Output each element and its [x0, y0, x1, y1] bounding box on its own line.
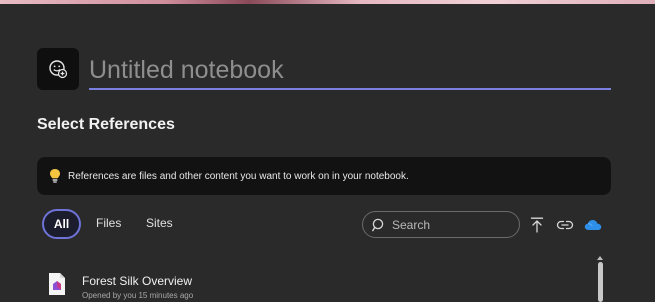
onedrive-button[interactable] [584, 216, 602, 234]
references-info-text: References are files and other content y… [68, 170, 409, 182]
link-icon [556, 220, 574, 230]
list-item[interactable]: Forest Silk Overview Opened by you 15 mi… [44, 268, 584, 302]
select-references-heading: Select References [37, 116, 175, 133]
file-meta: Opened by you 15 minutes ago [82, 291, 194, 300]
search-box[interactable] [362, 211, 520, 238]
upload-button[interactable] [528, 216, 546, 234]
emoji-add-icon [49, 60, 68, 79]
loop-file-icon [49, 273, 65, 295]
lightbulb-icon [49, 167, 63, 185]
search-input[interactable] [392, 217, 512, 232]
filter-all-button[interactable]: All [42, 209, 81, 239]
scrollbar-thumb[interactable] [598, 262, 603, 302]
search-icon [372, 218, 384, 231]
add-emoji-button[interactable] [37, 48, 79, 90]
upload-icon [530, 217, 544, 233]
filter-sites-tab[interactable]: Sites [146, 216, 173, 230]
filter-files-tab[interactable]: Files [96, 216, 121, 230]
references-info-box: References are files and other content y… [37, 157, 611, 195]
add-link-button[interactable] [556, 216, 574, 234]
notebook-title-input[interactable] [89, 52, 611, 90]
file-name: Forest Silk Overview [82, 274, 193, 288]
notebook-page [0, 4, 655, 300]
scroll-up-arrow[interactable] [597, 256, 603, 260]
onedrive-cloud-icon [584, 220, 602, 230]
